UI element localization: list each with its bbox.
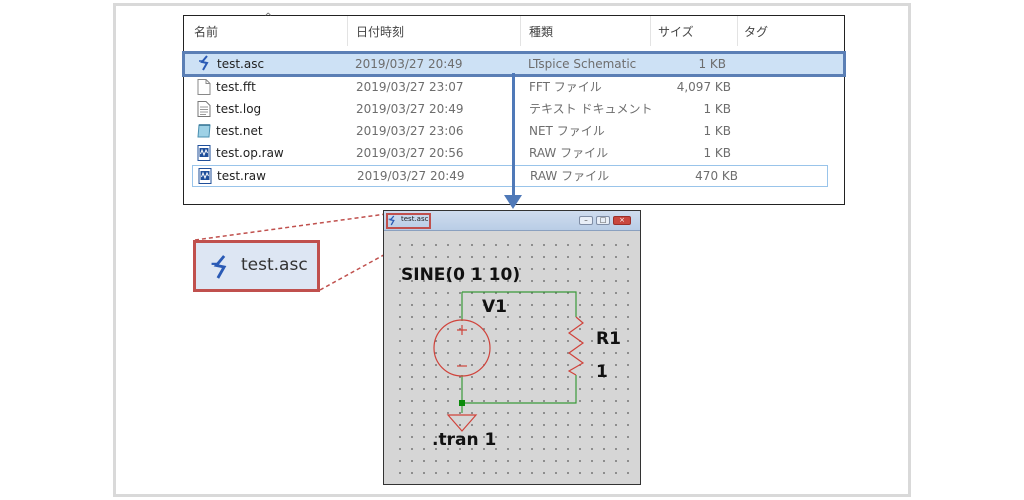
file-date: 2019/03/27 20:49: [355, 57, 463, 71]
column-header-name[interactable]: 名前: [194, 16, 218, 46]
file-name: test.asc: [217, 57, 265, 71]
file-type: FFT ファイル: [529, 80, 602, 94]
wire-bottom: [461, 375, 577, 404]
column-divider[interactable]: [650, 16, 651, 46]
tran-directive-label: .tran 1: [432, 430, 497, 450]
file-size: 1 KB: [703, 146, 731, 160]
ltspice-icon: [211, 255, 227, 279]
file-size: 4,097 KB: [676, 80, 731, 94]
title-highlight-box: [386, 213, 431, 229]
file-row-test-raw[interactable]: test.raw 2019/03/27 20:49 RAW ファイル 470 K…: [192, 165, 828, 187]
column-header-type[interactable]: 種類: [529, 16, 553, 46]
file-size: 1 KB: [703, 124, 731, 138]
resistor-symbol: [567, 316, 585, 376]
open-arrow-line: [512, 73, 515, 200]
ltspice-schematic-window: test.asc – □ × SINE(0 1 10) V1 R1 1 .tra…: [383, 210, 641, 485]
column-divider[interactable]: [347, 16, 348, 46]
file-name: test.log: [216, 102, 262, 116]
zoomed-title-callout: test.asc: [193, 240, 320, 292]
net-file-icon: [197, 124, 211, 138]
ltspice-icon: [199, 55, 209, 71]
file-row-test-net[interactable]: test.net 2019/03/27 23:06 NET ファイル 1 KB: [184, 120, 846, 142]
file-date: 2019/03/27 23:06: [356, 124, 464, 138]
file-name: test.raw: [217, 169, 266, 183]
file-type: RAW ファイル: [529, 146, 609, 160]
file-type: RAW ファイル: [530, 169, 610, 183]
resistor-name-label: R1: [596, 329, 621, 349]
schematic-canvas[interactable]: SINE(0 1 10) V1 R1 1 .tran 1: [390, 235, 634, 481]
text-file-icon: [197, 101, 211, 117]
column-divider[interactable]: [737, 16, 738, 46]
file-date: 2019/03/27 20:56: [356, 146, 464, 160]
file-date: 2019/03/27 20:49: [356, 102, 464, 116]
file-name: test.net: [216, 124, 263, 138]
file-row-test-op-raw[interactable]: test.op.raw 2019/03/27 20:56 RAW ファイル 1 …: [184, 142, 846, 164]
file-size: 1 KB: [703, 102, 731, 116]
column-divider[interactable]: [520, 16, 521, 46]
wire-top: [462, 291, 577, 317]
column-header-date[interactable]: 日付時刻: [356, 16, 404, 46]
minimize-button[interactable]: –: [579, 216, 593, 225]
file-type: NET ファイル: [529, 124, 605, 138]
resistor-value-label: 1: [596, 362, 608, 382]
ground-symbol: [446, 414, 478, 432]
arrow-down-icon: [504, 195, 522, 209]
column-header-size[interactable]: サイズ: [658, 16, 694, 46]
file-name: test.fft: [216, 80, 256, 94]
file-row-test-fft[interactable]: test.fft 2019/03/27 23:07 FFT ファイル 4,097…: [184, 76, 846, 98]
plus-sign-icon: [457, 325, 467, 335]
file-type: LTspice Schematic: [528, 57, 637, 71]
file-name: test.op.raw: [216, 146, 284, 160]
file-size: 470 KB: [695, 169, 738, 183]
waveform-file-icon: [197, 145, 211, 161]
source-name-label: V1: [482, 297, 507, 317]
waveform-file-icon: [198, 168, 212, 184]
source-value-label: SINE(0 1 10): [401, 265, 521, 285]
file-date: 2019/03/27 20:49: [357, 169, 465, 183]
blank-file-icon: [197, 79, 211, 95]
maximize-button[interactable]: □: [596, 216, 610, 225]
file-type: テキスト ドキュメント: [529, 102, 653, 116]
junction-node: [459, 400, 465, 406]
file-row-test-log[interactable]: test.log 2019/03/27 20:49 テキスト ドキュメント 1 …: [184, 98, 846, 120]
file-date: 2019/03/27 23:07: [356, 80, 464, 94]
file-size: 1 KB: [698, 57, 726, 71]
sort-up-icon: ^: [264, 12, 273, 23]
column-header-tag[interactable]: タグ: [744, 16, 768, 46]
close-button[interactable]: ×: [613, 216, 631, 225]
zoomed-title-label: test.asc: [241, 255, 308, 275]
